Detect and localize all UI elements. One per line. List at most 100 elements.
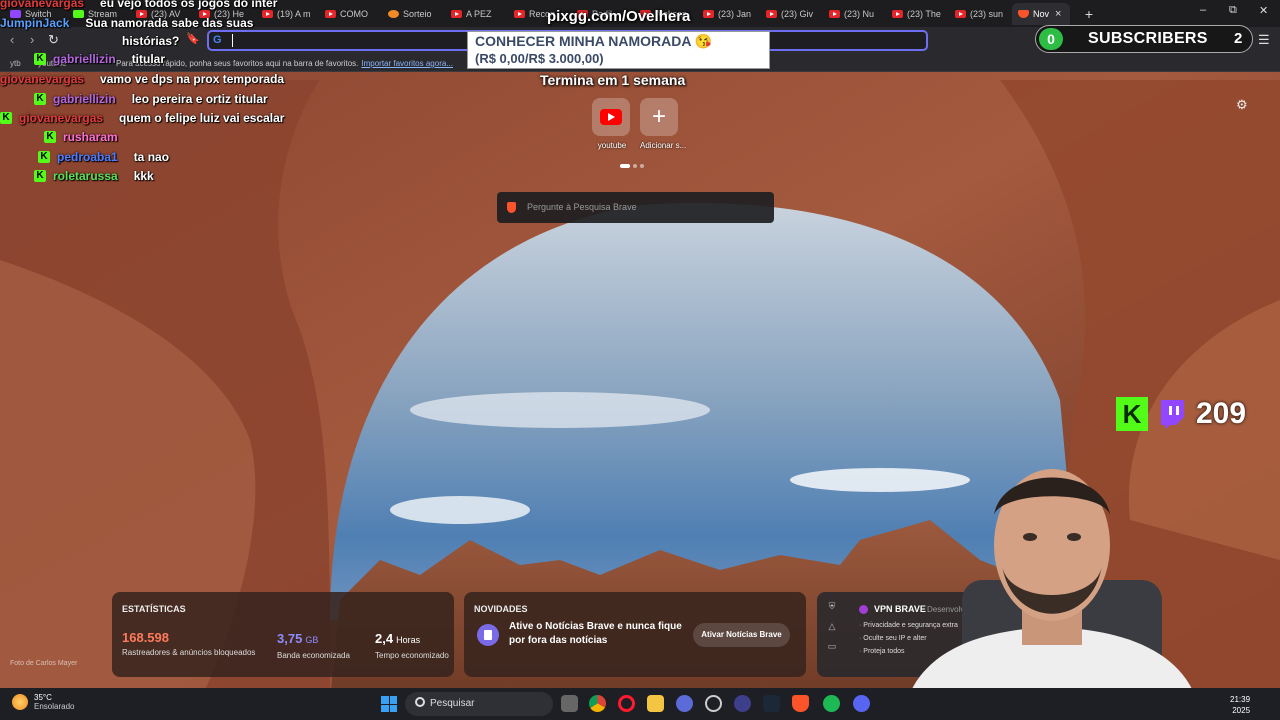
youtube-icon bbox=[325, 9, 336, 18]
chat-message: Kgabriellizin titular bbox=[34, 50, 165, 68]
youtube-icon bbox=[703, 9, 714, 18]
restore-button[interactable]: ⧉ bbox=[1229, 4, 1237, 17]
youtube-icon bbox=[892, 9, 903, 18]
chat-text: leo pereira e ortiz titular bbox=[131, 92, 268, 106]
chat-username: rusharam bbox=[63, 130, 118, 144]
chat-username: gabriellizin bbox=[53, 92, 116, 106]
top-sites-pager[interactable] bbox=[620, 164, 644, 168]
task-view-icon[interactable] bbox=[561, 695, 578, 712]
chat-message: giovanevargas vamo ve dps na prox tempora… bbox=[0, 70, 284, 88]
chat-message: Kgabriellizin leo pereira e ortiz titular bbox=[34, 90, 268, 108]
kick-badge-icon: K bbox=[0, 112, 12, 124]
stat-time-unit: Horas bbox=[396, 635, 421, 645]
spotify-icon[interactable] bbox=[823, 695, 840, 712]
tab-title: (23) Nu bbox=[844, 8, 875, 19]
close-tab-icon[interactable]: × bbox=[1055, 8, 1061, 20]
taskbar-search[interactable]: Pesquisar bbox=[405, 692, 553, 716]
app-icon[interactable] bbox=[676, 695, 693, 712]
stat-trackers-value: 168.598 bbox=[122, 630, 169, 645]
chat-text: titular bbox=[131, 52, 166, 66]
opera-icon[interactable] bbox=[618, 695, 635, 712]
weather-desc: Ensolarado bbox=[34, 702, 75, 711]
minimize-button[interactable]: – bbox=[1200, 4, 1206, 16]
tab-title: (23) Giv bbox=[781, 8, 814, 19]
discord-icon[interactable] bbox=[853, 695, 870, 712]
browser-tab[interactable]: (23) Giv bbox=[760, 3, 823, 25]
bookmarks-hint: Para acesso rápido, ponha seus favoritos… bbox=[116, 59, 453, 68]
stats-title: ESTATÍSTICAS bbox=[122, 604, 186, 614]
stat-trackers: 168.598 Rastreadores & anúncios bloquead… bbox=[122, 630, 255, 657]
goal-title: CONHECER MINHA NAMORADA 😘 bbox=[475, 33, 713, 49]
chat-text: histórias? bbox=[122, 34, 180, 48]
top-site-label: youtube bbox=[597, 141, 627, 150]
google-icon: G bbox=[213, 34, 222, 46]
file-explorer-icon[interactable] bbox=[647, 695, 664, 712]
orange-icon bbox=[388, 9, 399, 18]
chat-username: giovanevargas bbox=[0, 72, 85, 86]
kick-badge-icon: K bbox=[34, 93, 46, 105]
browser-tab[interactable]: (23) sun bbox=[949, 3, 1012, 25]
sun-icon bbox=[12, 694, 28, 710]
chrome-icon[interactable] bbox=[589, 695, 606, 712]
settings-gear-icon[interactable]: ⚙ bbox=[1236, 97, 1248, 113]
browser-tab[interactable]: (23) Nu bbox=[823, 3, 886, 25]
chat-message: Krusharam bbox=[44, 128, 134, 146]
top-site-add[interactable]: + Adicionar s... bbox=[640, 98, 686, 150]
warning-icon[interactable]: △ bbox=[817, 621, 847, 632]
windows-taskbar: 35°C Ensolarado Pesquisar 21:39 2025 bbox=[0, 688, 1280, 720]
chat-username: JumpinJack bbox=[0, 16, 70, 30]
tab-title: (19) A m bbox=[277, 8, 311, 19]
brave-search-box[interactable]: Pergunte à Pesquisa Brave bbox=[497, 192, 774, 223]
tab-title: COMO bbox=[340, 8, 368, 19]
chat-username: pedroaba1 bbox=[57, 150, 118, 164]
stats-widget: ESTATÍSTICAS 168.598 Rastreadores & anún… bbox=[112, 592, 454, 677]
search-icon bbox=[415, 697, 425, 707]
steam-icon[interactable] bbox=[763, 695, 780, 712]
stat-time: 2,4 Horas Tempo economizado bbox=[375, 630, 449, 660]
browser-tab[interactable]: (23) Jan bbox=[697, 3, 760, 25]
temperature: 35°C bbox=[34, 693, 52, 702]
search-placeholder: Pergunte à Pesquisa Brave bbox=[527, 202, 637, 212]
chat-message: Kgiovanevargas quem o felipe luiz vai esc… bbox=[0, 109, 284, 127]
tab-title: Nov bbox=[1033, 8, 1050, 19]
top-site-youtube[interactable]: youtube bbox=[592, 98, 632, 150]
viewer-count: 209 bbox=[1196, 397, 1247, 430]
new-tab-button[interactable]: + bbox=[1080, 5, 1098, 23]
browser-tab[interactable]: A PEZ bbox=[445, 3, 508, 25]
youtube-icon bbox=[600, 109, 622, 125]
news-icon bbox=[477, 624, 499, 646]
vpn-shield-icon[interactable]: ⛨ bbox=[817, 601, 847, 612]
screen-icon[interactable]: ▭ bbox=[817, 641, 847, 652]
stat-bandwidth-value: 3,75 bbox=[277, 631, 303, 646]
browser-tab-active[interactable]: Nov × bbox=[1012, 2, 1070, 25]
browser-tab[interactable]: (23) The bbox=[886, 3, 949, 25]
chat-text: kkk bbox=[133, 169, 154, 183]
enable-news-button[interactable]: Ativar Notícias Brave bbox=[693, 623, 790, 647]
bookmark-icon[interactable]: 🔖 bbox=[186, 32, 200, 45]
tab-title: Sorteio bbox=[403, 8, 432, 19]
brave-taskbar-icon[interactable] bbox=[792, 695, 809, 712]
menu-icon[interactable]: ☰ bbox=[1258, 32, 1270, 48]
youtube-icon bbox=[829, 9, 840, 18]
start-button[interactable] bbox=[381, 696, 397, 712]
browser-tab[interactable]: Sorteio bbox=[382, 3, 445, 25]
clock-date: 2025 bbox=[1232, 706, 1251, 715]
app-icon[interactable] bbox=[734, 695, 751, 712]
subs-current: 0 bbox=[1039, 28, 1063, 50]
viewer-counter: K 209 bbox=[1116, 395, 1246, 433]
system-clock[interactable]: 21:39 2025 bbox=[1230, 694, 1250, 716]
youtube-icon bbox=[766, 9, 777, 18]
browser-tab[interactable]: COMO bbox=[319, 3, 382, 25]
subs-label: SUBSCRIBERS bbox=[1088, 30, 1208, 47]
chat-text: ta nao bbox=[133, 150, 170, 164]
news-widget: NOVIDADES Ative o Notícias Brave e nunca… bbox=[464, 592, 806, 677]
weather-widget[interactable]: 35°C Ensolarado bbox=[12, 693, 74, 711]
import-bookmarks-link[interactable]: Importar favoritos agora... bbox=[361, 59, 453, 68]
tab-title: (23) Jan bbox=[718, 8, 752, 19]
tab-title: (23) sun bbox=[970, 8, 1004, 19]
bookmark-ytb[interactable]: ytb bbox=[10, 59, 21, 68]
obs-icon[interactable] bbox=[705, 695, 722, 712]
stat-bandwidth: 3,75 GB Banda economizada bbox=[277, 630, 350, 660]
close-window-button[interactable]: ✕ bbox=[1259, 4, 1268, 17]
stat-time-desc: Tempo economizado bbox=[375, 651, 449, 660]
